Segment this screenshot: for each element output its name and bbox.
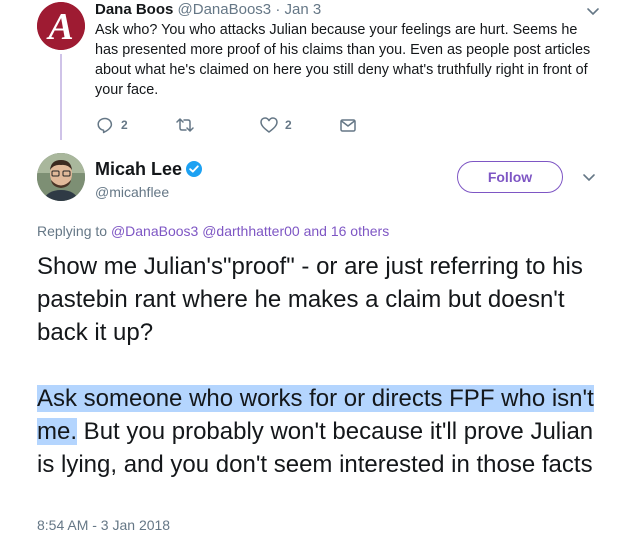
author-handle[interactable]: @DanaBoos3 — [178, 1, 272, 18]
heart-icon — [260, 117, 278, 133]
tweet-date[interactable]: · Jan 3 — [275, 1, 321, 18]
reply-button[interactable]: 2 — [95, 115, 128, 135]
like-count: 2 — [285, 118, 292, 132]
tweet-text: Show me Julian's"proof" - or are just re… — [37, 250, 607, 481]
user-photo-icon — [37, 153, 85, 201]
replying-to: Replying to @DanaBoos3 @darthhatter00 an… — [37, 221, 389, 241]
reply-icon — [97, 117, 113, 134]
replying-others-link[interactable]: and 16 others — [300, 223, 390, 239]
parent-tweet-header: Dana Boos @DanaBoos3 · Jan 3 — [95, 0, 321, 20]
avatar[interactable] — [37, 153, 85, 201]
thread-connector — [60, 54, 62, 140]
retweet-button[interactable] — [174, 115, 196, 135]
author-name[interactable]: Micah Lee — [95, 158, 182, 180]
verified-badge-icon — [186, 161, 202, 177]
tweet-paragraph: Ask someone who works for or directs FPF… — [37, 382, 607, 481]
tweet-text: Ask who? You who attacks Julian because … — [95, 22, 591, 98]
avatar[interactable]: A — [37, 2, 85, 50]
reply-count: 2 — [121, 118, 128, 132]
tweet-timestamp[interactable]: 8:54 AM - 3 Jan 2018 — [37, 515, 170, 535]
author-handle[interactable]: @micahflee — [95, 182, 169, 202]
tweet-paragraph: Show me Julian's"proof" - or are just re… — [37, 253, 583, 346]
envelope-icon — [340, 119, 356, 132]
like-button[interactable]: 2 — [259, 115, 292, 135]
retweet-icon — [176, 118, 194, 132]
replying-prefix: Replying to — [37, 223, 111, 239]
tweet-text-rest: But you probably won't because it'll pro… — [37, 418, 594, 478]
svg-text:A: A — [46, 6, 73, 48]
chevron-down-icon[interactable] — [580, 168, 598, 186]
follow-button[interactable]: Follow — [457, 161, 563, 193]
replying-users-link[interactable]: @DanaBoos3 @darthhatter00 — [111, 223, 300, 239]
alabama-logo-icon: A — [37, 2, 85, 50]
chevron-down-icon[interactable] — [584, 2, 602, 20]
direct-message-button[interactable] — [338, 115, 358, 135]
author-name[interactable]: Dana Boos — [95, 1, 173, 18]
